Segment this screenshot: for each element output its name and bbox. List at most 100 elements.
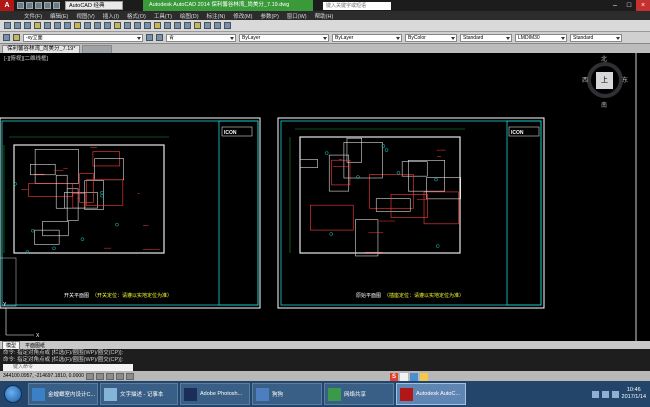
menu-modify[interactable]: 修改(M) [233, 12, 252, 20]
linetype-select[interactable]: ByLayer [239, 33, 329, 42]
design-center-icon[interactable] [174, 22, 181, 29]
close-icon[interactable]: × [636, 0, 650, 11]
quick-access-toolbar [14, 2, 63, 9]
menu-help[interactable]: 帮助(H) [315, 12, 334, 20]
menu-window[interactable]: 窗口(W) [287, 12, 307, 20]
sheet-right: ICON 原始平面图 （插座定位：请遵以实地定位为准） [277, 117, 545, 309]
taskbar-item-design-app[interactable]: 金螳螂室内设计C... [28, 383, 98, 405]
redo-icon[interactable] [114, 22, 121, 29]
app-icon [32, 387, 45, 401]
wall-segment [331, 159, 351, 186]
polar-tracking-icon[interactable] [115, 372, 124, 380]
table-style-select[interactable]: Standard [570, 33, 622, 42]
pan-icon[interactable] [124, 22, 131, 29]
tab-layout-plan[interactable]: 平面图纸 [22, 342, 48, 349]
viewcube-top-face[interactable]: 上 [596, 72, 613, 89]
tool-palette-icon[interactable] [184, 22, 191, 29]
zoom-realtime-icon[interactable] [134, 22, 141, 29]
volume-icon[interactable] [601, 390, 609, 398]
taskbar-item-explorer[interactable]: 狗狗 [252, 383, 322, 405]
ime-mode-icon[interactable] [400, 372, 408, 381]
clock[interactable]: 10:46 2017/1/14 [622, 387, 646, 401]
open-icon[interactable] [26, 2, 33, 9]
undo-icon[interactable] [44, 2, 51, 9]
maximize-icon[interactable]: □ [622, 0, 636, 11]
command-history-line: 命令: 指定对角点或 [栏选(F)/圈围(WP)/圈交(CP)]: [3, 356, 124, 363]
markup-icon[interactable] [204, 22, 211, 29]
menu-edit[interactable]: 编辑(E) [50, 12, 68, 20]
compass-south-label: 南 [601, 103, 608, 109]
menu-tools[interactable]: 工具(T) [154, 12, 172, 20]
wall-segment [64, 192, 98, 209]
zoom-previous-icon[interactable] [154, 22, 161, 29]
new-document-tab[interactable] [82, 45, 113, 53]
menu-dimension[interactable]: 标注(N) [207, 12, 226, 20]
menu-file[interactable]: 文件(F) [24, 12, 42, 20]
dim-style-select[interactable]: LMDIM30 [515, 33, 567, 42]
match-icon[interactable] [94, 22, 101, 29]
redo-icon[interactable] [53, 2, 60, 9]
properties-icon[interactable] [164, 22, 171, 29]
fixture-symbol [329, 232, 333, 236]
calculator-icon[interactable] [214, 22, 221, 29]
open-icon[interactable] [14, 22, 21, 29]
menu-parametric[interactable]: 参数(P) [260, 12, 278, 20]
flag-icon[interactable] [611, 390, 619, 398]
taskbar-item-notepad[interactable]: 文字描述 - 记事本 [100, 383, 178, 405]
help-icon[interactable] [224, 22, 231, 29]
save-icon[interactable] [35, 2, 42, 9]
print-icon[interactable] [34, 22, 41, 29]
plotstyle-select[interactable]: ByColor [405, 33, 457, 42]
new-icon[interactable] [4, 22, 11, 29]
layer-select[interactable]: -xy立面 [23, 33, 143, 42]
taskbar-item-network-share[interactable]: 网络共享 [324, 383, 394, 405]
copy-icon[interactable] [74, 22, 81, 29]
publish-icon[interactable] [54, 22, 61, 29]
make-current-icon[interactable] [146, 34, 153, 41]
save-icon[interactable] [24, 22, 31, 29]
grid-display-icon[interactable] [95, 372, 104, 380]
menu-view[interactable]: 视图(V) [76, 12, 94, 20]
workspace-select[interactable]: AutoCAD 经典 [65, 1, 123, 10]
document-tab[interactable]: 保利馨谷林湾_尚美分_7.19* [2, 45, 81, 53]
lineweight-select[interactable]: ByLayer [332, 33, 402, 42]
zoom-window-icon[interactable] [144, 22, 151, 29]
taskbar-item-label: 文字描述 - 记事本 [120, 392, 164, 398]
preview-icon[interactable] [44, 22, 51, 29]
object-snap-icon[interactable] [125, 372, 134, 380]
ime-skin-icon[interactable] [420, 372, 428, 381]
svg-text:ICON: ICON [511, 130, 524, 136]
ortho-mode-icon[interactable] [105, 372, 114, 380]
snap-mode-icon[interactable] [85, 372, 94, 380]
wall-segment [42, 221, 69, 237]
menu-insert[interactable]: 插入(I) [103, 12, 119, 20]
sogou-ime-icon[interactable]: S [390, 372, 398, 381]
layer-state-icon[interactable] [13, 34, 20, 41]
viewcube[interactable]: 上 北 南 东 西 [582, 52, 628, 112]
layer-manager-icon[interactable] [3, 34, 10, 41]
sheet-right-title: 原始平面图 [356, 292, 381, 299]
undo-icon[interactable] [104, 22, 111, 29]
app-menu-button[interactable]: A [0, 0, 14, 11]
command-input[interactable]: 键入命令 [3, 364, 133, 371]
sheet-right-note: （插座定位：请遵以实地定位为准） [384, 292, 464, 299]
menu-format[interactable]: 格式(O) [127, 12, 146, 20]
ime-voice-icon[interactable] [410, 372, 418, 381]
new-icon[interactable] [17, 2, 24, 9]
layer-previous-icon[interactable] [156, 34, 163, 41]
fixture-symbol [396, 171, 401, 175]
cut-icon[interactable] [64, 22, 71, 29]
minimize-icon[interactable]: – [608, 0, 622, 11]
taskbar-item-photoshop[interactable]: Adobe Photosh... [180, 383, 250, 405]
sheet-set-icon[interactable] [194, 22, 201, 29]
drawing-canvas[interactable]: ICON 开关平面图 （开关定位：请遵以实地定位为准） ICON 原始平面图 （… [0, 53, 650, 341]
color-select[interactable]: 青 [166, 33, 236, 42]
network-tray-icon[interactable] [591, 390, 599, 398]
start-button[interactable] [0, 381, 26, 407]
taskbar-item-autocad[interactable]: Autodesk AutoC... [396, 383, 466, 405]
search-input[interactable]: 键入关键字或短语 [323, 1, 391, 10]
viewport-label[interactable]: [-][俯视][二维线框] [4, 54, 48, 62]
paste-icon[interactable] [84, 22, 91, 29]
text-style-select[interactable]: Standard [460, 33, 512, 42]
menu-draw[interactable]: 绘图(D) [180, 12, 199, 20]
